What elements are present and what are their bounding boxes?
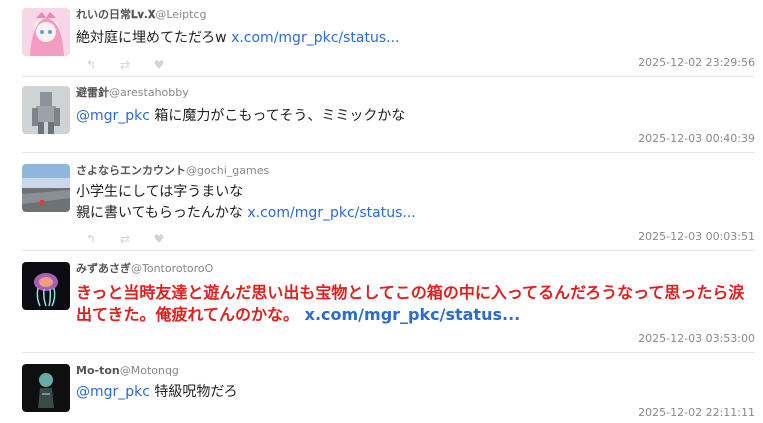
tweet-timestamp[interactable]: 2025-12-02 22:11:11 (638, 406, 755, 419)
mention-link[interactable]: @mgr_pkc (76, 108, 150, 124)
tweet-item: みずあさぎ@TontorotoroO きっと当時友達と遊んだ思い出も宝物としてこ… (0, 262, 763, 346)
tweet-text: @mgr_pkc 特級呪物だろ (76, 382, 749, 403)
user-handle[interactable]: @gochi_games (186, 164, 269, 177)
user-avatar[interactable] (22, 8, 70, 56)
reply-icon[interactable]: ↰ (84, 232, 98, 246)
user-name[interactable]: さよならエンカウント (76, 164, 186, 177)
divider (22, 152, 755, 153)
tweet-timestamp[interactable]: 2025-12-03 00:03:51 (638, 230, 755, 243)
user-avatar[interactable] (22, 262, 70, 310)
mention-link[interactable]: @mgr_pkc (76, 384, 150, 400)
tweet-meta: れいの日常𝐋𝐯.𝐗@Leiptcg (76, 8, 206, 22)
tweet-timestamp[interactable]: 2025-12-02 23:29:56 (638, 56, 755, 69)
divider (22, 352, 755, 353)
tweet-timestamp[interactable]: 2025-12-03 03:53:00 (638, 332, 755, 345)
tweet-text-content: 箱に魔力がこもってそう、ミミックかな (149, 108, 406, 124)
retweet-icon[interactable]: ⇄ (118, 232, 132, 246)
tweet-item: 避雷針@arestahobby @mgr_pkc 箱に魔力がこもってそう、ミミッ… (0, 86, 763, 150)
tweet-text-content: 特級呪物だろ (149, 384, 238, 400)
tweet-meta: 避雷針@arestahobby (76, 86, 189, 100)
user-name[interactable]: みずあさぎ (76, 262, 131, 275)
tweet-text-content: 親に書いてもらったんかな (76, 205, 248, 221)
tweet-link[interactable]: x.com/mgr_pkc/status... (231, 30, 399, 46)
tweet-item: れいの日常𝐋𝐯.𝐗@Leiptcg 絶対庭に埋めてただろw x.com/mgr_… (0, 8, 763, 78)
tweet-text-line: 小学生にしては字うまいな (76, 184, 244, 200)
user-handle[interactable]: @Motonqg (120, 364, 179, 377)
divider (22, 76, 755, 77)
divider (22, 250, 755, 251)
tweet-item: Mo-ton@Motonqg @mgr_pkc 特級呪物だろ 2025-12-0… (0, 364, 763, 422)
user-name[interactable]: れいの日常𝐋𝐯.𝐗 (76, 8, 155, 21)
tweet-actions: ↰ ⇄ ♥ (84, 54, 186, 72)
tweet-link[interactable]: x.com/mgr_pkc/status... (247, 205, 415, 221)
user-avatar[interactable] (22, 86, 70, 134)
tweet-actions: ↰ ⇄ ♥ (84, 228, 186, 246)
tweet-item: さよならエンカウント@gochi_games 小学生にしては字うまいな 親に書い… (0, 164, 763, 246)
heart-icon[interactable]: ♥ (152, 232, 166, 246)
tweet-link[interactable]: x.com/mgr_pkc/status... (305, 305, 521, 324)
tweet-timestamp[interactable]: 2025-12-03 00:40:39 (638, 132, 755, 145)
tweet-text-content: 絶対庭に埋めてただろw (76, 30, 232, 46)
tweet-feed: れいの日常𝐋𝐯.𝐗@Leiptcg 絶対庭に埋めてただろw x.com/mgr_… (0, 0, 763, 423)
user-handle[interactable]: @arestahobby (109, 86, 189, 99)
user-name[interactable]: 避雷針 (76, 86, 109, 99)
user-handle[interactable]: @TontorotoroO (131, 262, 213, 275)
tweet-text: きっと当時友達と遊んだ思い出も宝物としてこの箱の中に入ってるんだろうなって思った… (76, 282, 749, 326)
retweet-icon[interactable]: ⇄ (118, 58, 132, 72)
heart-icon[interactable]: ♥ (152, 58, 166, 72)
tweet-text-line: 親に書いてもらったんかな x.com/mgr_pkc/status... (76, 203, 749, 224)
user-avatar[interactable] (22, 364, 70, 412)
tweet-meta: さよならエンカウント@gochi_games (76, 164, 269, 178)
tweet-text: @mgr_pkc 箱に魔力がこもってそう、ミミックかな (76, 106, 749, 127)
reply-icon[interactable]: ↰ (84, 58, 98, 72)
tweet-meta: Mo-ton@Motonqg (76, 364, 179, 378)
tweet-text: 絶対庭に埋めてただろw x.com/mgr_pkc/status... (76, 28, 749, 49)
user-name[interactable]: Mo-ton (76, 364, 120, 377)
tweet-text: 小学生にしては字うまいな 親に書いてもらったんかな x.com/mgr_pkc/… (76, 182, 749, 224)
user-handle[interactable]: @Leiptcg (155, 8, 206, 21)
user-avatar[interactable] (22, 164, 70, 212)
tweet-meta: みずあさぎ@TontorotoroO (76, 262, 213, 276)
